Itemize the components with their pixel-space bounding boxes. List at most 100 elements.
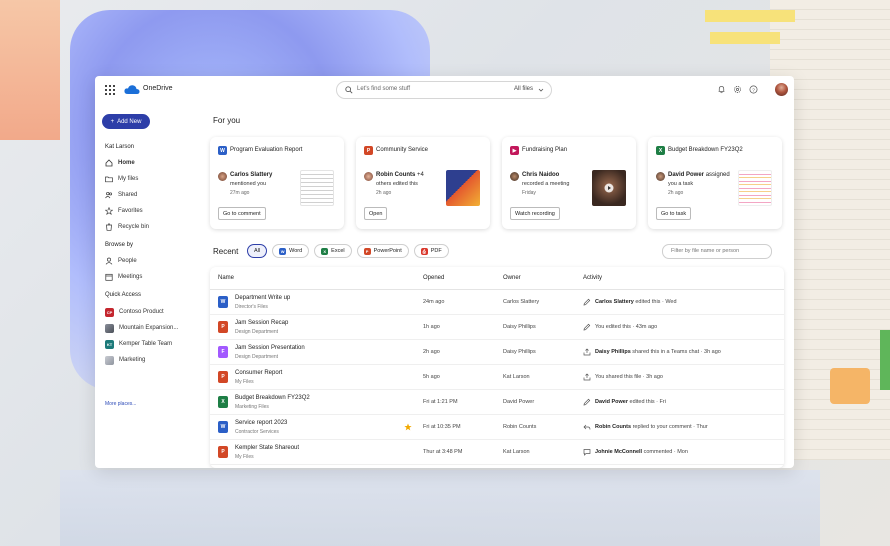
sidebar-item-label: My files [118,176,139,182]
calendar-icon [105,273,113,281]
table-row[interactable]: P Consumer Report My Files 5h ago Kat Larson… [210,365,784,390]
search-box[interactable]: Let's find some stuff All files [336,81,552,99]
file-name[interactable]: Department Write up [235,295,290,301]
sidebar-item-my-files[interactable]: My files [105,174,138,184]
quick-access-item[interactable]: KT Kemper Table Team [105,339,172,349]
bell-icon[interactable] [717,85,726,94]
file-opened: 5h ago [423,374,440,380]
card-text: others edited this [376,181,418,187]
go-to-task-button[interactable]: Go to task [656,207,692,220]
card-title: Budget Breakdown FY23Q2 [668,147,743,153]
card-time: 2h ago [376,190,392,196]
file-opened: 2h ago [423,349,440,355]
file-name[interactable]: Budget Breakdown FY23Q2 [235,395,310,401]
background-decoration [710,32,780,44]
for-you-heading: For you [213,116,241,125]
share-icon [583,348,591,356]
app-launcher-icon[interactable] [105,85,115,95]
filter-excel-chip[interactable]: X Excel [314,244,352,258]
figma-icon: F [218,346,228,358]
site-thumbnail [105,355,114,365]
main-content: For you W Program Evaluation Report Carl… [201,104,794,468]
table-row[interactable]: F Jam Session Presentation Design Departme… [210,340,784,365]
filter-all-chip[interactable]: All [247,244,268,258]
sidebar-item-favorites[interactable]: Favorites [105,206,143,216]
for-you-card[interactable]: ▶ Fundraising Plan Chris Naidoo recorded… [502,137,636,229]
stream-icon: ▶ [510,146,519,155]
quick-access-item[interactable]: CP Contoso Product [105,307,164,317]
quick-access-item[interactable]: Mountain Expansion... [105,323,178,333]
sidebar-item-people[interactable]: People [105,256,137,266]
table-row[interactable]: X Budget Breakdown FY23Q2 Marketing Files F… [210,390,784,415]
quick-access-heading: Quick Access [105,292,142,298]
card-text: you a task [668,181,694,187]
star-icon[interactable] [404,423,412,431]
card-time: 27m ago [230,190,250,196]
card-person: Robin Counts +4 [376,172,424,178]
filter-powerpoint-chip[interactable]: P PowerPoint [356,244,409,258]
more-places-link[interactable]: More places... [105,401,136,407]
file-name[interactable]: Consumer Report [235,370,282,376]
file-name[interactable]: Jam Session Presentation [235,345,305,351]
table-row[interactable]: W Service report 2023 Contractor Services F… [210,415,784,440]
avatar [364,172,373,181]
sidebar: + Add New Kat Larson Home My files Share… [95,104,201,468]
help-icon[interactable]: ? [749,85,758,94]
user-name: Kat Larson [105,144,135,150]
site-badge: KT [105,339,114,349]
file-owner: Robin Counts [503,424,537,430]
home-icon [105,159,113,167]
background-decoration [60,470,820,546]
file-owner: Carlos Slattery [503,299,540,305]
card-text: recorded a meeting [522,181,570,187]
card-person: Chris Naidoo [522,172,560,178]
file-activity: David Power edited this · Fri [595,399,666,405]
powerpoint-icon: P [218,371,228,383]
filter-pdf-chip[interactable]: ⎙ PDF [413,244,449,258]
background-decoration [880,330,890,390]
sidebar-item-meetings[interactable]: Meetings [105,272,142,282]
open-button[interactable]: Open [364,207,388,220]
for-you-card[interactable]: W Program Evaluation Report Carlos Slatt… [210,137,344,229]
file-name[interactable]: Jam Session Recap [235,320,288,326]
pdf-icon: ⎙ [420,247,428,255]
column-header-owner[interactable]: Owner [503,275,521,281]
file-owner: Kat Larson [503,449,530,455]
file-activity: You edited this · 43m ago [595,324,658,330]
file-location: Design Department [235,354,279,360]
file-name[interactable]: Kempler State Shareout [235,445,299,451]
onedrive-window: OneDrive Let's find some stuff All files… [95,76,794,468]
table-row[interactable]: P Jam Session Recap Design Department 1h ag… [210,315,784,340]
go-to-comment-button[interactable]: Go to comment [218,207,266,220]
for-you-card[interactable]: P Community Service Robin Counts +4 othe… [356,137,490,229]
quick-access-item[interactable]: Marketing [105,355,145,365]
recent-files-table: Name Opened Owner Activity W Department W… [210,267,784,468]
powerpoint-icon: P [363,247,371,255]
gear-icon[interactable] [733,85,742,94]
sidebar-item-shared[interactable]: Shared [105,190,137,200]
user-avatar[interactable] [775,83,788,96]
column-header-activity[interactable]: Activity [583,275,602,281]
filter-input[interactable]: Filter by file name or person [662,244,772,259]
trash-icon [106,223,112,231]
card-time: 2h ago [668,190,684,196]
watch-recording-button[interactable]: Watch recording [510,207,560,220]
search-placeholder[interactable]: Let's find some stuff [357,86,410,92]
filter-word-chip[interactable]: W Word [272,244,310,258]
search-scope-dropdown[interactable]: All files [514,86,533,92]
for-you-cards: W Program Evaluation Report Carlos Slatt… [210,137,784,229]
column-header-opened[interactable]: Opened [423,275,444,281]
column-header-name[interactable]: Name [218,275,234,281]
onedrive-logo-icon [124,85,140,94]
for-you-card[interactable]: X Budget Breakdown FY23Q2 David Power as… [648,137,782,229]
file-name[interactable]: Service report 2023 [235,420,287,426]
star-icon [105,207,113,215]
chevron-down-icon[interactable] [538,87,544,93]
table-row[interactable]: W Department Write up Director's Files 24m … [210,290,784,315]
file-location: Design Department [235,329,279,335]
sidebar-item-recycle-bin[interactable]: Recycle bin [105,222,149,232]
background-decoration [830,368,870,404]
add-new-button[interactable]: + Add New [102,114,150,129]
table-row[interactable]: P Kempler State Shareout My Files Thur at 3… [210,440,784,465]
sidebar-item-home[interactable]: Home [105,158,135,168]
